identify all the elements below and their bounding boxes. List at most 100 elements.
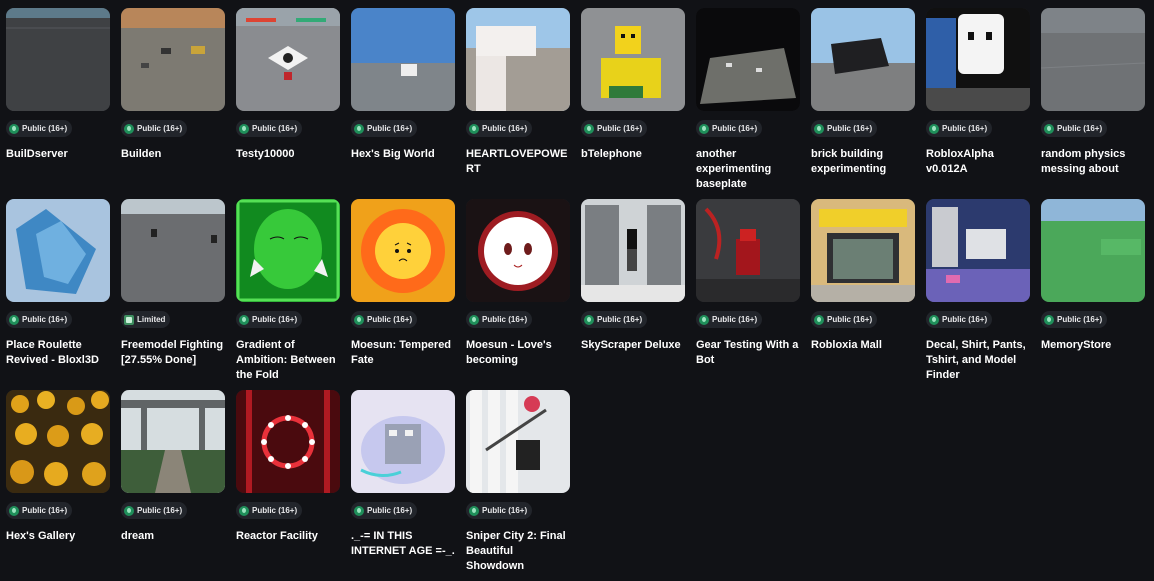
experience-title[interactable]: Sniper City 2: Final Beautiful Showdown (466, 529, 570, 574)
experience-card[interactable]: Public (16+) brick building experimentin… (811, 8, 915, 199)
experience-card[interactable]: Public (16+) Hex's Big World (351, 8, 455, 199)
globe-icon (469, 505, 479, 516)
experience-thumbnail[interactable] (696, 8, 800, 111)
experience-title[interactable]: Decal, Shirt, Pants, Tshirt, and Model F… (926, 338, 1030, 383)
experience-title[interactable]: Robloxia Mall (811, 338, 915, 353)
experience-title[interactable]: another experimenting baseplate (696, 147, 800, 192)
access-badge: Public (16+) (6, 120, 73, 137)
experience-thumbnail[interactable] (236, 199, 340, 302)
experience-card[interactable]: Public (16+) Hex's Gallery (6, 390, 110, 581)
experience-title[interactable]: dream (121, 529, 225, 544)
experience-title[interactable]: Hex's Big World (351, 147, 455, 162)
experience-card[interactable]: Public (16+) Builden (121, 8, 225, 199)
experience-thumbnail[interactable] (581, 8, 685, 111)
experience-title[interactable]: Builden (121, 147, 225, 162)
experience-title[interactable]: Gear Testing With a Bot (696, 338, 800, 368)
experience-title[interactable]: Moesun - Love's becoming (466, 338, 570, 368)
access-badge: Public (16+) (236, 502, 303, 519)
globe-icon (354, 505, 364, 516)
experience-thumbnail[interactable] (926, 199, 1030, 302)
experience-thumbnail[interactable] (6, 8, 110, 111)
experience-thumbnail[interactable] (926, 8, 1030, 111)
experience-card[interactable]: Public (16+) dream (121, 390, 225, 581)
globe-icon (354, 123, 364, 134)
experience-title[interactable]: brick building experimenting (811, 147, 915, 177)
access-badge: Public (16+) (1041, 311, 1108, 328)
experience-card[interactable]: Limited Freemodel Fighting [27.55% Done] (121, 199, 225, 390)
experience-title[interactable]: SkyScraper Deluxe (581, 338, 685, 353)
experience-thumbnail[interactable] (236, 8, 340, 111)
experience-card[interactable]: Public (16+) Testy10000 (236, 8, 340, 199)
experience-card[interactable]: Public (16+) ._-= IN THIS INTERNET AGE =… (351, 390, 455, 581)
experience-title[interactable]: HEARTLOVEPOWERT (466, 147, 570, 177)
experience-card[interactable]: Public (16+) Moesun: Tempered Fate (351, 199, 455, 390)
experience-card[interactable]: Public (16+) Reactor Facility (236, 390, 340, 581)
globe-icon (354, 314, 364, 325)
experience-thumbnail[interactable] (6, 390, 110, 493)
experience-thumbnail[interactable] (121, 8, 225, 111)
experience-card[interactable]: Public (16+) random physics messing abou… (1041, 8, 1145, 199)
globe-icon (929, 123, 939, 134)
experience-title[interactable]: Gradient of Ambition: Between the Fold (236, 338, 340, 383)
experience-card[interactable]: Public (16+) Sniper City 2: Final Beauti… (466, 390, 570, 581)
experience-thumbnail[interactable] (811, 199, 915, 302)
experience-card[interactable]: Public (16+) Gear Testing With a Bot (696, 199, 800, 390)
access-badge: Public (16+) (811, 120, 878, 137)
experience-card[interactable]: Public (16+) BuilDserver (6, 8, 110, 199)
experience-thumbnail[interactable] (581, 199, 685, 302)
access-badge: Public (16+) (696, 311, 763, 328)
experience-title[interactable]: MemoryStore (1041, 338, 1145, 353)
experience-thumbnail[interactable] (811, 8, 915, 111)
experience-title[interactable]: Freemodel Fighting [27.55% Done] (121, 338, 225, 368)
experience-title[interactable]: Testy10000 (236, 147, 340, 162)
access-badge: Public (16+) (926, 120, 993, 137)
access-badge: Public (16+) (6, 502, 73, 519)
experience-thumbnail[interactable] (121, 199, 225, 302)
experience-thumbnail[interactable] (1041, 199, 1145, 302)
experience-title[interactable]: BuilDserver (6, 147, 110, 162)
experience-thumbnail[interactable] (351, 199, 455, 302)
experience-thumbnail[interactable] (6, 199, 110, 302)
experience-title[interactable]: RobloxAlpha v0.012A (926, 147, 1030, 177)
experience-card[interactable]: Public (16+) SkyScraper Deluxe (581, 199, 685, 390)
access-badge: Public (16+) (351, 120, 418, 137)
experience-card[interactable]: Public (16+) Moesun - Love's becoming (466, 199, 570, 390)
experience-title[interactable]: Place Roulette Revived - Bloxl3D (6, 338, 110, 368)
limited-icon (124, 314, 134, 325)
experience-title[interactable]: random physics messing about (1041, 147, 1145, 177)
globe-icon (239, 314, 249, 325)
experience-thumbnail[interactable] (696, 199, 800, 302)
globe-icon (124, 123, 134, 134)
access-badge: Public (16+) (466, 120, 533, 137)
experience-card[interactable]: Public (16+) Robloxia Mall (811, 199, 915, 390)
globe-icon (469, 123, 479, 134)
globe-icon (9, 505, 19, 516)
experience-thumbnail[interactable] (121, 390, 225, 493)
experience-card[interactable]: Public (16+) bTelephone (581, 8, 685, 199)
globe-icon (699, 314, 709, 325)
access-badge: Public (16+) (581, 311, 648, 328)
experience-card[interactable]: Public (16+) Place Roulette Revived - Bl… (6, 199, 110, 390)
experience-thumbnail[interactable] (466, 199, 570, 302)
experience-thumbnail[interactable] (351, 390, 455, 493)
experience-thumbnail[interactable] (466, 8, 570, 111)
access-badge: Public (16+) (236, 311, 303, 328)
experience-thumbnail[interactable] (466, 390, 570, 493)
experience-card[interactable]: Public (16+) HEARTLOVEPOWERT (466, 8, 570, 199)
experience-card[interactable]: Public (16+) MemoryStore (1041, 199, 1145, 390)
experience-title[interactable]: ._-= IN THIS INTERNET AGE =-_. (351, 529, 455, 559)
experience-thumbnail[interactable] (236, 390, 340, 493)
experience-title[interactable]: Reactor Facility (236, 529, 340, 544)
experience-grid: Public (16+) BuilDserver Public (16+) Bu… (6, 8, 1145, 581)
experience-title[interactable]: bTelephone (581, 147, 685, 162)
globe-icon (699, 123, 709, 134)
experience-card[interactable]: Public (16+) Decal, Shirt, Pants, Tshirt… (926, 199, 1030, 390)
experience-thumbnail[interactable] (1041, 8, 1145, 111)
experience-thumbnail[interactable] (351, 8, 455, 111)
experience-title[interactable]: Hex's Gallery (6, 529, 110, 544)
access-badge: Public (16+) (6, 311, 73, 328)
experience-card[interactable]: Public (16+) another experimenting basep… (696, 8, 800, 199)
experience-card[interactable]: Public (16+) RobloxAlpha v0.012A (926, 8, 1030, 199)
experience-card[interactable]: Public (16+) Gradient of Ambition: Betwe… (236, 199, 340, 390)
experience-title[interactable]: Moesun: Tempered Fate (351, 338, 455, 368)
